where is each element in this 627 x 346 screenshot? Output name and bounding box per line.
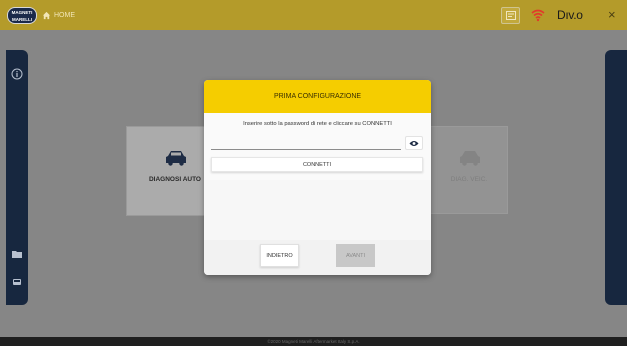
top-bar: MAGNETI MARELLI HOME Dıv.o × [0,0,627,30]
brand-logo: MAGNETI MARELLI [7,7,37,24]
close-button[interactable]: × [608,7,616,23]
dialog-instruction: Inserire sotto la password di rete e cli… [243,121,392,127]
password-input[interactable] [211,136,401,150]
card-reader-button[interactable] [501,7,520,24]
home-label: HOME [54,11,75,19]
first-config-dialog: PRIMA CONFIGURAZIONE Inserire sotto la p… [204,80,431,275]
dialog-footer [204,240,431,275]
card-reader-icon [505,11,516,20]
wifi-icon[interactable] [531,8,545,22]
folder-icon[interactable] [11,248,23,260]
eye-icon [409,140,419,146]
connect-button[interactable]: CONNETTI [211,157,423,172]
car-front-icon[interactable] [11,276,23,288]
back-button[interactable]: INDIETRO [260,244,299,267]
tile-label: DIAG. VEIC. [450,176,488,183]
car-icon [460,151,480,166]
left-sidebar [6,50,28,305]
show-password-button[interactable] [405,136,423,150]
info-icon[interactable] [11,68,23,80]
dialog-header: PRIMA CONFIGURAZIONE [204,80,431,113]
dialog-title: PRIMA CONFIGURAZIONE [273,93,362,100]
brand-name: Dıv.o [557,8,583,22]
tile-diag-veicolo[interactable]: DIAG. VEIC. [430,126,508,214]
right-sidebar[interactable] [605,50,627,305]
home-link[interactable]: HOME [42,9,75,21]
home-icon [42,11,51,19]
car-icon [166,151,186,166]
next-button-disabled[interactable]: AVANTI [336,244,375,267]
footer: ©2020 Magneti Marelli Aftermarket Italy … [0,337,627,346]
dialog-body [204,180,431,240]
